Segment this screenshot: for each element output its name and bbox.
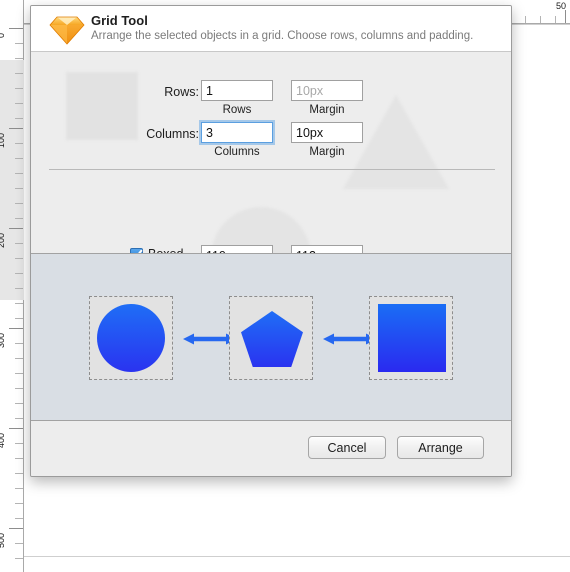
pentagon-shape-icon [241, 311, 303, 367]
ruler-label-v-300: 300 [0, 332, 6, 348]
canvas-guide-line [24, 556, 570, 557]
columns-margin-input[interactable] [291, 122, 363, 143]
sketch-diamond-icon [49, 12, 85, 46]
ruler-label-v-500: 500 [0, 532, 6, 548]
form-divider [49, 169, 495, 170]
grid-tool-dialog: Grid Tool Arrange the selected objects i… [30, 5, 512, 477]
dialog-subtitle: Arrange the selected objects in a grid. … [91, 30, 474, 42]
ruler-label-v-100: 100 [0, 132, 6, 148]
rows-input[interactable] [201, 80, 273, 101]
ruler-selection-band [0, 60, 24, 300]
circle-shape-icon [97, 304, 165, 372]
preview-cell-square [369, 296, 453, 380]
rows-margin-input[interactable] [291, 80, 363, 101]
rows-margin-sub-label: Margin [309, 104, 345, 116]
ruler-label-v-200: 200 [0, 232, 6, 248]
dialog-header: Grid Tool Arrange the selected objects i… [31, 6, 511, 52]
square-shape-icon [378, 304, 446, 372]
vertical-ruler[interactable]: 0 100 200 300 400 500 [0, 0, 24, 572]
cancel-button[interactable]: Cancel [308, 436, 386, 459]
arrange-button[interactable]: Arrange [397, 436, 484, 459]
box-height-input[interactable] [291, 245, 363, 253]
dialog-form-area: Rows: Rows Margin Columns: Columns Margi… [31, 52, 511, 253]
ruler-label-h-50: 50 [556, 1, 567, 11]
box-width-input[interactable] [201, 245, 273, 253]
ruler-label-v-400: 400 [0, 432, 6, 448]
columns-input[interactable] [201, 122, 273, 143]
columns-label: Columns: [146, 127, 199, 141]
preview-cell-pentagon [229, 296, 313, 380]
preview-panel [31, 253, 511, 421]
columns-margin-sub-label: Margin [309, 146, 345, 158]
dialog-footer: Cancel Arrange [31, 421, 511, 476]
dialog-title: Grid Tool [91, 13, 148, 28]
preview-cell-circle [89, 296, 173, 380]
rows-label: Rows: [164, 85, 199, 99]
ruler-label-v-0: 0 [0, 33, 6, 38]
